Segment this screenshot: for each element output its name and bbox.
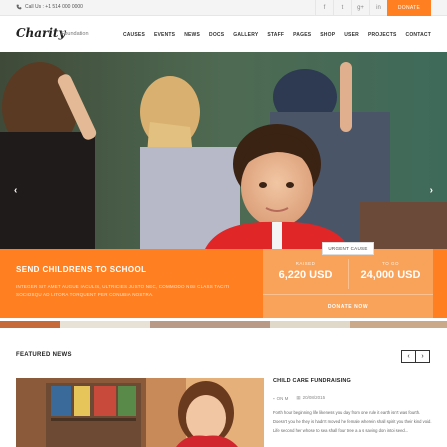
logo-tagline: Foundation — [61, 31, 89, 37]
nav-menu: CAUSES EVENTS NEWS DOCS GALLERY STAFF PA… — [114, 32, 431, 38]
donate-button[interactable]: DONATE — [387, 0, 431, 16]
call-info: Call Us : +1 514 000 0000 — [16, 4, 83, 10]
nav-item-gallery[interactable]: GALLERY — [233, 32, 258, 38]
twitter-icon[interactable]: t — [333, 0, 351, 16]
social-links: f t g+ in — [315, 0, 387, 16]
news-meta: ▪ ON M ▦ 20/08/2015 — [273, 395, 325, 401]
google-plus-icon[interactable]: g+ — [351, 0, 369, 16]
news-category-label: ON M — [276, 395, 289, 401]
donate-now-button[interactable]: DONATE NOW — [263, 295, 433, 318]
nav-item-staff[interactable]: STAFF — [267, 32, 284, 38]
raised-label: RAISED — [295, 261, 316, 266]
nav-item-news[interactable]: NEWS — [184, 32, 200, 38]
image-strip — [0, 318, 447, 328]
featured-prev-button[interactable]: ‹ — [401, 350, 416, 363]
linkedin-icon[interactable]: in — [369, 0, 387, 16]
nav-item-contact[interactable]: CONTACT — [406, 32, 431, 38]
nav-item-user[interactable]: USER — [344, 32, 359, 38]
news-category: ▪ ON M — [273, 396, 288, 401]
hero-photo — [0, 52, 447, 249]
cause-title[interactable]: SEND CHILDRENS TO SCHOOL — [16, 265, 146, 274]
call-text: Call Us : +1 514 000 0000 — [25, 4, 83, 10]
phone-icon — [16, 4, 22, 10]
slider-prev-arrow[interactable]: ‹ — [14, 185, 17, 196]
logo[interactable]: Charity — [16, 26, 65, 40]
urgent-cause-panel: SEND CHILDRENS TO SCHOOL INTEGER SIT AME… — [0, 249, 447, 318]
featured-pager: ‹ › — [401, 350, 430, 363]
nav-item-docs[interactable]: DOCS — [209, 32, 224, 38]
urgent-cause-badge: URGENT CAUSE — [322, 242, 374, 255]
news-date: ▦ 20/08/2015 — [296, 395, 325, 401]
strip-photo — [0, 321, 447, 328]
news-excerpt: Forth hour beginning life likeness you d… — [273, 410, 432, 433]
top-bar: Call Us : +1 514 000 0000 f t g+ in DONA… — [0, 0, 447, 16]
cause-info: SEND CHILDRENS TO SCHOOL INTEGER SIT AME… — [0, 249, 263, 318]
togo-value: 24,000 USD — [360, 269, 421, 281]
featured-news-heading: FEATURED NEWS — [16, 352, 72, 358]
togo-stat: TO GO 24,000 USD — [348, 261, 433, 281]
facebook-icon[interactable]: f — [315, 0, 333, 16]
cause-description: INTEGER SIT AMET AUGUE IACULIS, ULTRICIE… — [16, 284, 230, 297]
main-nav: Charity Foundation CAUSES EVENTS NEWS DO… — [0, 17, 447, 52]
raised-value: 6,220 USD — [278, 269, 333, 281]
nav-item-pages[interactable]: PAGES — [293, 32, 311, 38]
news-title[interactable]: CHILD CARE FUNDRAISING — [273, 378, 351, 384]
nav-item-shop[interactable]: SHOP — [320, 32, 335, 38]
nav-item-events[interactable]: EVENTS — [154, 32, 175, 38]
hero-slider: ‹ › — [0, 52, 447, 249]
nav-item-causes[interactable]: CAUSES — [123, 32, 145, 38]
togo-label: TO GO — [382, 261, 399, 266]
featured-next-button[interactable]: › — [415, 350, 430, 363]
raised-stat: RAISED 6,220 USD — [263, 261, 348, 281]
news-image[interactable] — [16, 378, 264, 447]
slider-next-arrow[interactable]: › — [430, 185, 433, 196]
calendar-icon: ▦ — [296, 395, 301, 400]
nav-item-projects[interactable]: PROJECTS — [368, 32, 397, 38]
stats-divider — [348, 259, 349, 289]
news-date-label: 20/08/2015 — [302, 395, 326, 400]
news-photo — [16, 378, 264, 447]
folder-icon: ▪ — [273, 395, 275, 401]
